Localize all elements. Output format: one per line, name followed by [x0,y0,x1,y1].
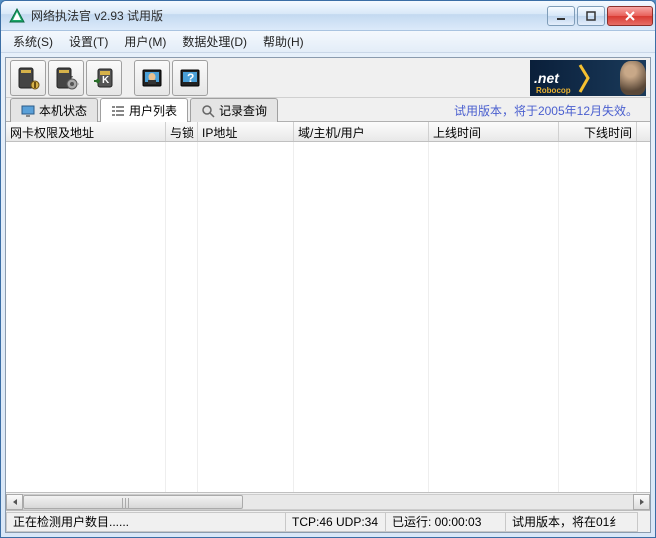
maximize-button[interactable] [577,6,605,26]
status-tcp-udp: TCP:46 UDP:34 [286,512,386,532]
scroll-left-button[interactable] [6,494,23,510]
col-ip-address[interactable]: IP地址 [198,122,294,141]
table-header: 网卡权限及地址 与锁 IP地址 域/主机/用户 上线时间 下线时间 [6,122,650,142]
svg-text:?: ? [187,71,194,85]
menu-system[interactable]: 系统(S) [5,31,61,52]
logo-face [620,61,646,95]
menu-help[interactable]: 帮助(H) [255,31,312,52]
menu-data[interactable]: 数据处理(D) [174,31,255,52]
scroll-thumb[interactable] [23,495,243,509]
close-button[interactable] [607,6,653,26]
horizontal-scrollbar[interactable] [6,492,650,510]
col-lock[interactable]: 与锁 [166,122,198,141]
svg-text:K: K [102,75,110,86]
search-icon [201,104,215,118]
table-body[interactable] [6,142,650,492]
toolbar-btn-1[interactable] [10,60,46,96]
toolbar-btn-2[interactable] [48,60,84,96]
content-frame: K ? .net Robocop [5,57,651,533]
status-detecting: 正在检测用户数目...... [6,512,286,532]
status-runtime: 已运行: 00:00:03 [386,512,506,532]
window-title: 网络执法官 v2.93 试用版 [31,7,547,24]
logo-brand: .net [534,70,559,86]
list-icon [111,104,125,118]
col-offline-time[interactable]: 下线时间 [559,122,637,141]
tab-label: 记录查询 [219,102,267,119]
tab-label: 本机状态 [39,102,87,119]
brand-logo: .net Robocop [530,60,646,96]
app-window: 网络执法官 v2.93 试用版 系统(S) 设置(T) 用户(M) 数据处理(D… [0,0,656,538]
toolbar: K ? .net Robocop [6,58,650,98]
col-nic-permission-address[interactable]: 网卡权限及地址 [6,122,166,141]
monitor-icon [21,104,35,118]
menu-users[interactable]: 用户(M) [116,31,174,52]
tab-local-status[interactable]: 本机状态 [10,98,98,122]
data-table: 网卡权限及地址 与锁 IP地址 域/主机/用户 上线时间 下线时间 [6,122,650,510]
status-bar: 正在检测用户数目...... TCP:46 UDP:34 已运行: 00:00:… [6,510,650,532]
toolbar-btn-4[interactable] [134,60,170,96]
toolbar-btn-5[interactable]: ? [172,60,208,96]
titlebar[interactable]: 网络执法官 v2.93 试用版 [1,1,655,31]
scroll-right-button[interactable] [633,494,650,510]
tab-bar: 本机状态 用户列表 记录查询 试用版本，将于2005年12月失效。 [6,98,650,122]
scroll-track[interactable] [23,494,633,510]
toolbar-btn-3[interactable]: K [86,60,122,96]
col-domain-host-user[interactable]: 域/主机/用户 [294,122,429,141]
tab-label: 用户列表 [129,102,177,119]
menu-settings[interactable]: 设置(T) [61,31,116,52]
trial-notice: 试用版本，将于2005年12月失效。 [454,102,646,121]
logo-sub: Robocop [536,86,571,95]
tab-log-query[interactable]: 记录查询 [190,98,278,122]
tab-user-list[interactable]: 用户列表 [100,98,188,122]
app-icon [9,8,25,24]
status-trial: 试用版本，将在01纟 [506,512,638,532]
col-online-time[interactable]: 上线时间 [429,122,559,141]
window-buttons [547,6,653,26]
menubar: 系统(S) 设置(T) 用户(M) 数据处理(D) 帮助(H) [1,31,655,53]
minimize-button[interactable] [547,6,575,26]
